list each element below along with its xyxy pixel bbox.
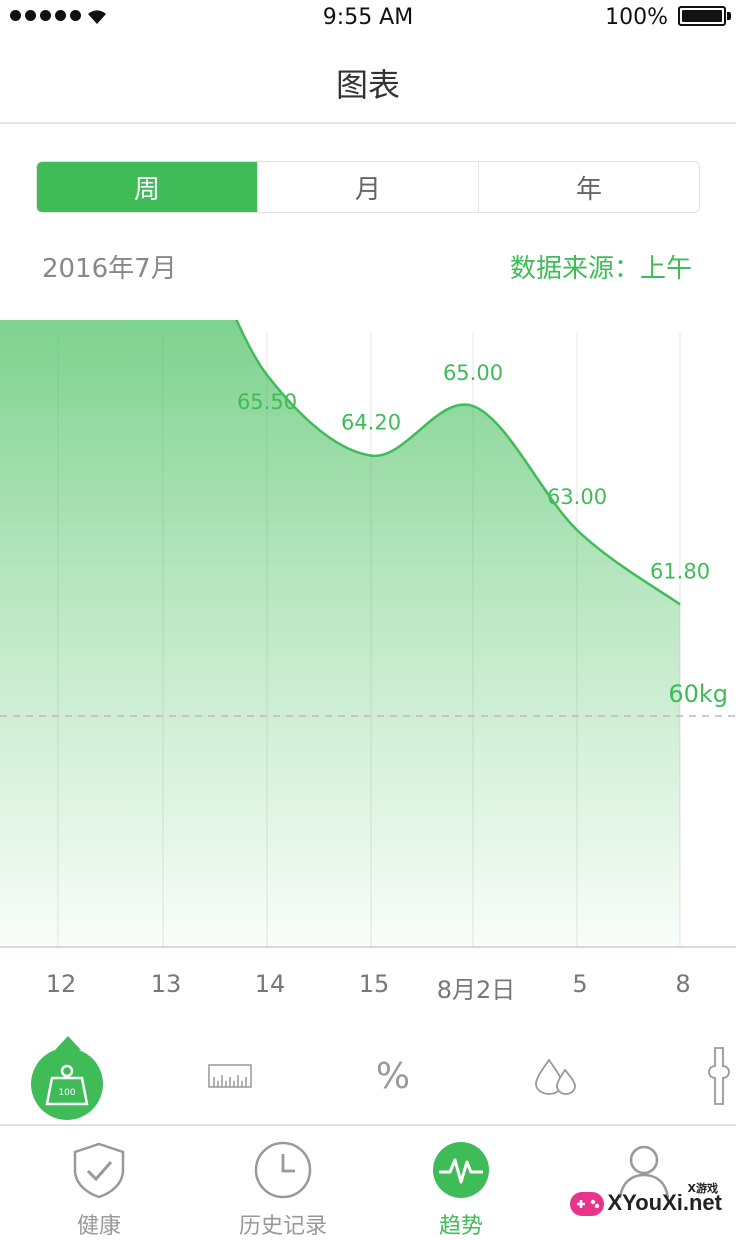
battery-percent: 100% [605,5,668,30]
x-tick-label: 5 [572,970,588,998]
battery-icon [678,6,726,26]
weight-trend-chart: 60kg 67.2068.5065.5064.2065.0063.0061.80 [0,320,736,948]
pulse-icon [433,1142,489,1198]
x-tick-label: 12 [45,970,77,998]
percent-icon: % [376,1056,410,1096]
data-label: 65.00 [443,361,503,385]
page-title: 图表 [335,66,400,104]
tab-health[interactable]: 健康 [7,1126,191,1239]
shield-check-icon [73,1142,125,1199]
data-label: 64.20 [341,411,401,435]
segment-month[interactable]: 月 [258,162,479,212]
period-segmented-control: 周 月 年 [36,161,700,213]
svg-text:%: % [376,1056,410,1096]
tab-label: 健康 [76,1214,121,1239]
date-label: 2016年7月 [42,254,177,284]
metric-bone[interactable] [669,1030,736,1122]
segment-week[interactable]: 周 [37,162,258,212]
metric-water[interactable] [506,1030,606,1122]
metric-selector: 100 % [0,1030,736,1122]
svg-text:100: 100 [58,1088,75,1098]
x-tick-label: 15 [358,970,390,998]
tab-label: 历史记录 [238,1214,327,1239]
segment-year[interactable]: 年 [479,162,699,212]
reference-line-label: 60kg [668,680,728,708]
x-axis-labels: 12 13 14 15 8月2日 5 8 [0,970,736,1010]
tab-trend[interactable]: 趋势 [369,1126,553,1239]
tab-label: 趋势 [438,1214,483,1239]
weight-icon: 100 [45,1064,89,1106]
bone-icon [708,1047,730,1105]
data-label: 63.00 [547,485,607,509]
metric-body-fat[interactable]: % [343,1030,443,1122]
data-label: 61.80 [650,559,710,583]
status-bar: 9:55 AM 100% [0,0,736,34]
watermark-logo: X游戏 XYouXi.net [568,1180,728,1230]
x-tick-label: 14 [254,970,286,998]
water-drops-icon [535,1058,576,1095]
x-tick-label: 13 [150,970,182,998]
data-label: 65.50 [237,390,297,414]
metric-body-measure[interactable] [180,1030,280,1122]
x-tick-label: 8 [675,970,691,998]
gamepad-icon [570,1192,604,1216]
data-source-selector[interactable]: 数据来源：上午 [510,248,692,285]
tab-history[interactable]: 历史记录 [191,1126,375,1239]
clock-icon [254,1141,312,1199]
watermark-text: XYouXi.net [607,1190,723,1215]
metric-weight[interactable]: 100 [17,1030,117,1122]
x-tick-label: 8月2日 [436,976,516,1004]
nav-bar: 图表 [0,34,736,124]
ruler-icon [208,1064,252,1088]
